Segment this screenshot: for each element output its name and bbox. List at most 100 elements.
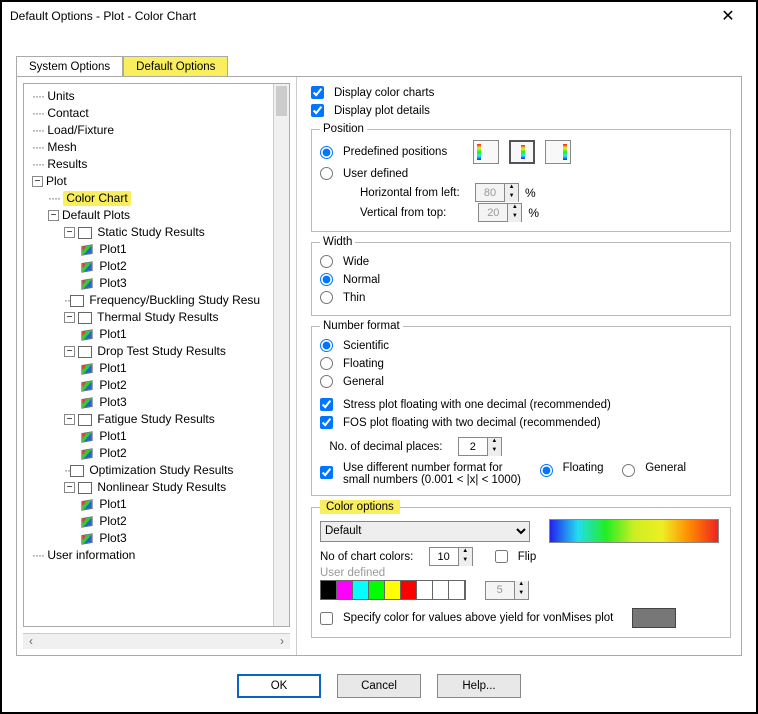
- checkbox-stress-plot-decimal[interactable]: [320, 398, 333, 411]
- radio-user-defined-position[interactable]: [320, 167, 333, 180]
- color-swatch[interactable]: [417, 581, 433, 599]
- collapse-icon[interactable]: −: [64, 482, 75, 493]
- position-preset-right[interactable]: [545, 140, 571, 164]
- checkbox-small-number-format[interactable]: [320, 466, 333, 479]
- radio-thin[interactable]: [320, 291, 333, 304]
- spin-down-icon[interactable]: ▼: [514, 590, 528, 599]
- tree-item-plot[interactable]: Plot3: [80, 530, 287, 547]
- ok-button[interactable]: OK: [237, 674, 321, 698]
- cancel-button[interactable]: Cancel: [337, 674, 421, 698]
- scroll-right-icon[interactable]: ›: [274, 634, 290, 650]
- radio-floating[interactable]: [320, 357, 333, 370]
- study-icon: [70, 465, 84, 477]
- help-button[interactable]: Help...: [437, 674, 521, 698]
- study-icon: [78, 414, 92, 426]
- tree-item-freq-study[interactable]: ·· Frequency/Buckling Study Resu: [64, 292, 287, 309]
- color-swatch[interactable]: [433, 581, 449, 599]
- spin-down-icon[interactable]: ▼: [504, 193, 518, 202]
- position-preset-left[interactable]: [473, 140, 499, 164]
- tree-item-plot[interactable]: Plot1: [80, 496, 287, 513]
- plot-icon: [81, 397, 92, 409]
- color-swatch[interactable]: [449, 581, 465, 599]
- collapse-icon[interactable]: −: [64, 414, 75, 425]
- radio-small-general[interactable]: [622, 464, 635, 477]
- legend-number-format: Number format: [320, 320, 403, 332]
- spin-up-icon[interactable]: ▲: [507, 204, 521, 213]
- spinner-decimal-places[interactable]: ▲▼: [458, 437, 502, 456]
- tree-item-plot[interactable]: Plot2: [80, 513, 287, 530]
- spinner-vertical-top[interactable]: ▲▼: [478, 203, 522, 222]
- tab-default-options[interactable]: Default Options: [123, 56, 228, 77]
- tree-item-thermal-study[interactable]: − Thermal Study Results Plot1: [64, 309, 287, 343]
- tree-item-mesh[interactable]: ···· Mesh: [32, 139, 287, 156]
- tree-item-plot[interactable]: Plot1: [80, 241, 287, 258]
- color-swatch[interactable]: [401, 581, 417, 599]
- tree-horizontal-scrollbar[interactable]: ‹ ›: [23, 633, 290, 649]
- tree-item-default-plots[interactable]: −Default Plots − Static Study Results Pl…: [48, 207, 287, 547]
- tree-item-drop-study[interactable]: − Drop Test Study Results Plot1 Plot2 Pl…: [64, 343, 287, 411]
- tree-item-plot[interactable]: Plot1: [80, 360, 287, 377]
- position-presets: [473, 140, 571, 164]
- tree-item-plot[interactable]: −Plot ···· Color Chart −Default Plots − …: [32, 173, 287, 547]
- spinner-user-color-count[interactable]: ▲▼: [485, 581, 529, 600]
- tree-item-plot[interactable]: Plot2: [80, 258, 287, 275]
- color-swatch[interactable]: [353, 581, 369, 599]
- plot-icon: [81, 278, 92, 290]
- tree-vertical-scrollbar[interactable]: [273, 84, 289, 626]
- tree-item-plot[interactable]: Plot3: [80, 275, 287, 292]
- collapse-icon[interactable]: −: [64, 227, 75, 238]
- radio-scientific[interactable]: [320, 339, 333, 352]
- spin-up-icon[interactable]: ▲: [514, 581, 528, 590]
- close-icon[interactable]: ✕: [708, 6, 748, 26]
- radio-predefined-positions[interactable]: [320, 146, 333, 159]
- checkbox-display-plot-details[interactable]: [311, 104, 324, 117]
- tree-item-results[interactable]: ···· Results: [32, 156, 287, 173]
- label-small-floating: Floating: [563, 462, 604, 474]
- tree-item-plot[interactable]: Plot2: [80, 377, 287, 394]
- checkbox-display-color-charts[interactable]: [311, 86, 324, 99]
- radio-wide[interactable]: [320, 255, 333, 268]
- position-preset-center[interactable]: [509, 140, 535, 164]
- radio-normal[interactable]: [320, 273, 333, 286]
- radio-small-floating[interactable]: [540, 464, 553, 477]
- tree-item-user-info[interactable]: ···· User information: [32, 547, 287, 564]
- spin-down-icon[interactable]: ▼: [507, 213, 521, 222]
- select-color-scheme[interactable]: Default: [320, 521, 530, 542]
- tab-system-options[interactable]: System Options: [16, 56, 123, 77]
- plot-icon: [81, 431, 92, 443]
- spinner-num-chart-colors[interactable]: ▲▼: [429, 547, 473, 566]
- scroll-left-icon[interactable]: ‹: [23, 634, 39, 650]
- spin-up-icon[interactable]: ▲: [458, 548, 472, 557]
- tree-item-color-chart[interactable]: ···· Color Chart: [48, 190, 287, 207]
- spin-down-icon[interactable]: ▼: [487, 447, 501, 456]
- tree-item-static-study[interactable]: − Static Study Results Plot1 Plot2 Plot3: [64, 224, 287, 292]
- tree-item-plot[interactable]: Plot2: [80, 445, 287, 462]
- user-color-swatches[interactable]: [320, 580, 466, 600]
- checkbox-specify-yield-color[interactable]: [320, 612, 333, 625]
- spin-up-icon[interactable]: ▲: [487, 438, 501, 447]
- tree-item-plot[interactable]: Plot1: [80, 326, 287, 343]
- tree-item-fatigue-study[interactable]: − Fatigue Study Results Plot1 Plot2: [64, 411, 287, 462]
- color-swatch[interactable]: [385, 581, 401, 599]
- spin-up-icon[interactable]: ▲: [504, 184, 518, 193]
- collapse-icon[interactable]: −: [32, 176, 43, 187]
- tree-item-contact[interactable]: ···· Contact: [32, 105, 287, 122]
- radio-general[interactable]: [320, 375, 333, 388]
- spinner-horizontal-left[interactable]: ▲▼: [475, 183, 519, 202]
- collapse-icon[interactable]: −: [48, 210, 59, 221]
- tree-item-opt-study[interactable]: ·· Optimization Study Results: [64, 462, 287, 479]
- checkbox-fos-plot-decimal[interactable]: [320, 416, 333, 429]
- collapse-icon[interactable]: −: [64, 346, 75, 357]
- tree-item-nonlinear-study[interactable]: − Nonlinear Study Results Plot1 Plot2 Pl…: [64, 479, 287, 547]
- color-swatch[interactable]: [337, 581, 353, 599]
- color-swatch[interactable]: [369, 581, 385, 599]
- color-swatch[interactable]: [321, 581, 337, 599]
- tree-item-units[interactable]: ···· Units: [32, 88, 287, 105]
- tree-item-plot[interactable]: Plot3: [80, 394, 287, 411]
- checkbox-flip[interactable]: [495, 550, 508, 563]
- spin-down-icon[interactable]: ▼: [458, 557, 472, 566]
- tree-item-plot[interactable]: Plot1: [80, 428, 287, 445]
- yield-color-swatch[interactable]: [632, 608, 676, 628]
- collapse-icon[interactable]: −: [64, 312, 75, 323]
- tree-item-load-fixture[interactable]: ···· Load/Fixture: [32, 122, 287, 139]
